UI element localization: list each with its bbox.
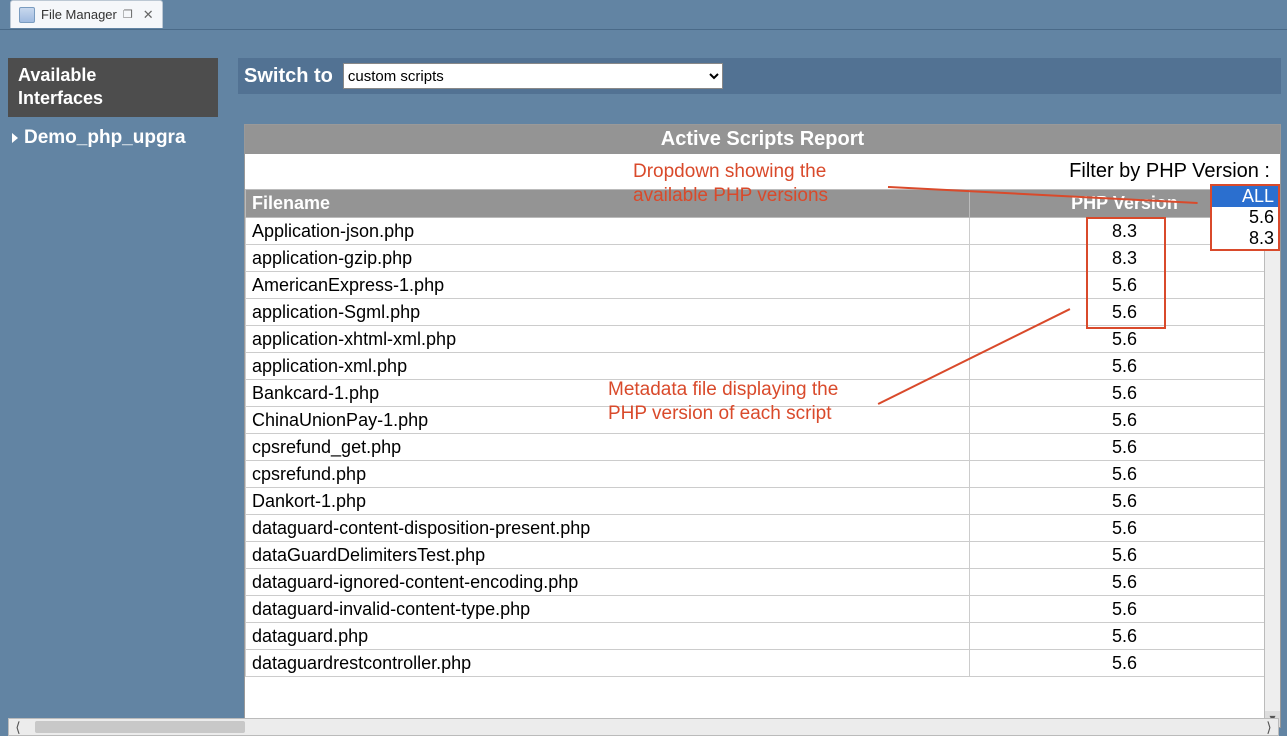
cell-filename: application-Sgml.php xyxy=(246,299,970,326)
cell-version: 5.6 xyxy=(970,407,1280,434)
cell-filename: Dankort-1.php xyxy=(246,488,970,515)
scroll-right-icon[interactable]: ⟩ xyxy=(1260,719,1278,736)
switch-row: Switch to custom scripts xyxy=(238,58,1281,94)
table-row[interactable]: application-xhtml-xml.php5.6 xyxy=(246,326,1280,353)
table-row[interactable]: application-xml.php5.6 xyxy=(246,353,1280,380)
dropdown-option[interactable]: 5.6 xyxy=(1212,207,1278,228)
cell-version: 5.6 xyxy=(970,569,1280,596)
cell-filename: cpsrefund_get.php xyxy=(246,434,970,461)
cell-version: 5.6 xyxy=(970,650,1280,677)
cell-version: 5.6 xyxy=(970,272,1280,299)
table-row[interactable]: cpsrefund_get.php5.6 xyxy=(246,434,1280,461)
table-row[interactable]: dataguard-ignored-content-encoding.php5.… xyxy=(246,569,1280,596)
file-manager-icon xyxy=(19,7,35,23)
sidebar-header: Available Interfaces xyxy=(8,58,218,117)
table-row[interactable]: dataGuardDelimitersTest.php5.6 xyxy=(246,542,1280,569)
horizontal-scrollbar[interactable]: ⟨ ⟩ xyxy=(8,718,1279,736)
table-row[interactable]: dataguard.php5.6 xyxy=(246,623,1280,650)
switch-select[interactable]: custom scripts xyxy=(343,63,723,89)
cell-version: 5.6 xyxy=(970,596,1280,623)
col-filename[interactable]: Filename xyxy=(246,190,970,218)
table-row[interactable]: Bankcard-1.php5.6 xyxy=(246,380,1280,407)
dropdown-option[interactable]: ALL xyxy=(1212,186,1278,207)
table-row[interactable]: application-Sgml.php5.6 xyxy=(246,299,1280,326)
report-title: Active Scripts Report xyxy=(245,125,1280,154)
cell-version: 5.6 xyxy=(970,326,1280,353)
tab-bar: File Manager ❐ ✕ xyxy=(0,0,1287,30)
restore-icon[interactable]: ❐ xyxy=(123,8,133,21)
cell-filename: dataguard-ignored-content-encoding.php xyxy=(246,569,970,596)
table-row[interactable]: dataguard-invalid-content-type.php5.6 xyxy=(246,596,1280,623)
cell-version: 5.6 xyxy=(970,461,1280,488)
chevron-right-icon xyxy=(12,133,18,143)
table-row[interactable]: AmericanExpress-1.php5.6 xyxy=(246,272,1280,299)
table-row[interactable]: Application-json.php8.3 xyxy=(246,218,1280,245)
scroll-left-icon[interactable]: ⟨ xyxy=(9,719,27,736)
cell-filename: dataguardrestcontroller.php xyxy=(246,650,970,677)
cell-filename: Bankcard-1.php xyxy=(246,380,970,407)
scroll-thumb[interactable] xyxy=(35,721,245,733)
cell-version: 5.6 xyxy=(970,488,1280,515)
cell-filename: ChinaUnionPay-1.php xyxy=(246,407,970,434)
php-version-dropdown[interactable]: ALL5.68.3 xyxy=(1210,184,1280,251)
sidebar-header-l2: Interfaces xyxy=(18,88,103,108)
cell-version: 5.6 xyxy=(970,353,1280,380)
cell-version: 5.6 xyxy=(970,434,1280,461)
table-row[interactable]: dataguardrestcontroller.php5.6 xyxy=(246,650,1280,677)
cell-version: 5.6 xyxy=(970,515,1280,542)
cell-filename: application-xml.php xyxy=(246,353,970,380)
cell-version: 5.6 xyxy=(970,542,1280,569)
cell-filename: dataguard.php xyxy=(246,623,970,650)
table-row[interactable]: cpsrefund.php5.6 xyxy=(246,461,1280,488)
report-area: Active Scripts Report Filter by PHP Vers… xyxy=(244,124,1281,728)
vertical-scrollbar[interactable]: ▴ ▾ xyxy=(1264,191,1280,727)
tree-item-label: Demo_php_upgra xyxy=(24,127,186,148)
cell-filename: dataguard-content-disposition-present.ph… xyxy=(246,515,970,542)
cell-filename: AmericanExpress-1.php xyxy=(246,272,970,299)
tab-title: File Manager xyxy=(41,7,117,22)
cell-filename: cpsrefund.php xyxy=(246,461,970,488)
cell-filename: application-gzip.php xyxy=(246,245,970,272)
filter-label: Filter by PHP Version : xyxy=(1069,160,1270,182)
report-table: Filename PHP Version Application-json.ph… xyxy=(245,189,1280,677)
table-row[interactable]: dataguard-content-disposition-present.ph… xyxy=(246,515,1280,542)
tab-file-manager[interactable]: File Manager ❐ ✕ xyxy=(10,0,163,28)
cell-version: 5.6 xyxy=(970,380,1280,407)
cell-filename: application-xhtml-xml.php xyxy=(246,326,970,353)
cell-filename: Application-json.php xyxy=(246,218,970,245)
cell-version: 5.6 xyxy=(970,299,1280,326)
table-row[interactable]: Dankort-1.php5.6 xyxy=(246,488,1280,515)
cell-filename: dataGuardDelimitersTest.php xyxy=(246,542,970,569)
table-row[interactable]: application-gzip.php8.3 xyxy=(246,245,1280,272)
sidebar: Available Interfaces Demo_php_upgra xyxy=(8,58,218,149)
cell-version: 5.6 xyxy=(970,623,1280,650)
cell-filename: dataguard-invalid-content-type.php xyxy=(246,596,970,623)
close-icon[interactable]: ✕ xyxy=(143,7,154,23)
tree-item-demo[interactable]: Demo_php_upgra xyxy=(8,117,218,149)
table-row[interactable]: ChinaUnionPay-1.php5.6 xyxy=(246,407,1280,434)
sidebar-header-l1: Available xyxy=(18,65,96,85)
switch-label: Switch to xyxy=(244,65,333,88)
dropdown-option[interactable]: 8.3 xyxy=(1212,228,1278,249)
filter-row: Filter by PHP Version : ALL5.68.3 xyxy=(245,154,1280,189)
content: Switch to custom scripts Active Scripts … xyxy=(238,58,1281,728)
